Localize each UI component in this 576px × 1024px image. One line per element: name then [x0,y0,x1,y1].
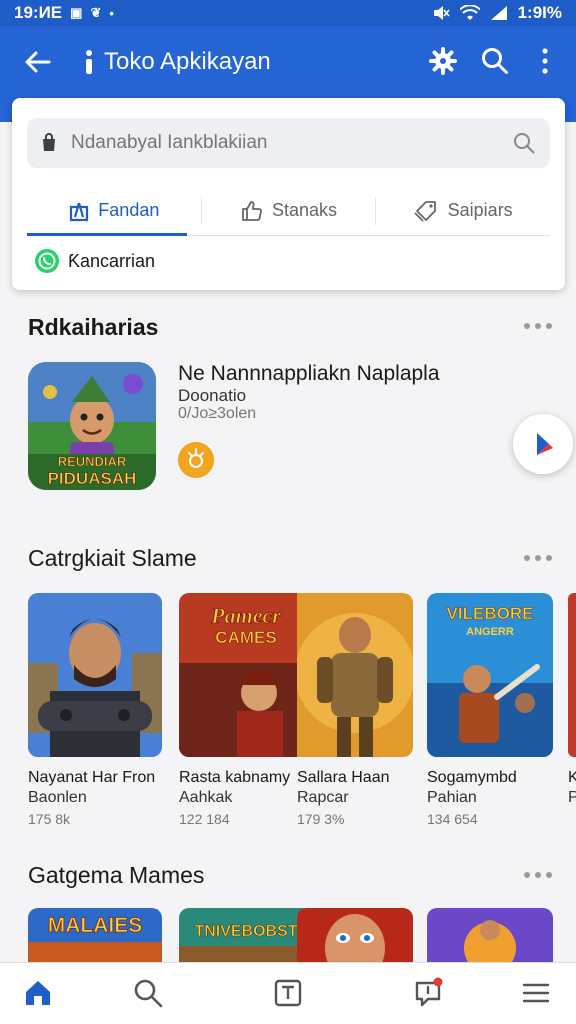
tab-saipiars[interactable]: Saipiars [376,186,550,235]
vilebore-art: VILEBORE ANGERR [427,593,553,757]
section-more-icon[interactable] [523,554,553,562]
game-card[interactable] [297,908,413,968]
tab-label: Saipiars [447,200,513,220]
tab-label: Stanaks [271,200,338,220]
bottom-navigation [0,962,576,1024]
art-text-bottom: PIDUASAH [48,469,137,488]
status-bar: 19:ИE ▣ ❦ • 1:9I% [0,0,576,26]
section-title: Catrgkiait Slame [28,545,197,571]
game-card[interactable] [427,908,553,968]
settings-gear-icon[interactable] [428,46,458,76]
game-art [297,908,413,968]
game-sub: Rapcar [297,789,349,806]
page-title: Toko Apkikayan [104,48,271,75]
whatsapp-icon [35,249,59,273]
back-arrow-icon[interactable] [22,46,54,78]
game-sub: P [568,789,576,806]
search-icon[interactable] [480,46,510,76]
game-stat: 179 3% [297,811,345,827]
game-art: Pamecr CAMES [179,593,313,757]
game-art [28,593,162,757]
section-title: Rdkaiharias [28,314,159,340]
chip-kancarrian[interactable]: Ƙancarrian [34,248,155,274]
game-card[interactable]: Sallara Haan Rapcar 179 3% [297,593,413,827]
app-glyph-icon: ❦ [90,5,102,20]
game-art [427,908,553,968]
game-sub: Baonlen [28,789,87,806]
game-art: MALAIES [28,908,162,968]
search-field-icon[interactable] [512,131,536,155]
game-art: TNIVEBOBST [179,908,313,968]
pamecr-art: Pamecr CAMES [179,593,313,757]
battery-percent: 1:9I% [517,3,562,22]
game-card[interactable]: Pamecr CAMES Rasta kabnamy Aahkak 122 18… [179,593,313,827]
game-name: Nayanat Har Fron [28,769,156,786]
app-bar-title-group: Toko Apkikayan [84,48,271,76]
section-more-icon[interactable] [523,322,553,330]
section-title: Gatgema Mames [28,862,205,888]
search-input[interactable] [71,132,491,154]
game-art [568,593,576,757]
home-icon[interactable] [22,977,54,1009]
game-stat: 175 8k [28,811,71,827]
game-card-partial[interactable]: K P [568,593,576,807]
info-icon [86,50,92,74]
art-title: TNIVEBOBST [194,923,297,940]
section-more-icon[interactable] [523,871,553,879]
art-title-2: CAMES [215,628,276,647]
art-title-2: ANGERR [466,626,514,638]
mute-icon [433,6,450,20]
game-art [297,593,413,757]
game-card[interactable]: VILEBORE ANGERR Sogamymbd Pahian 134 654 [427,593,553,827]
search-card: Fandan Stanaks Saipiars Ƙancarrian [12,98,565,290]
tag-icon [414,200,436,222]
category-tabs: Fandan Stanaks Saipiars [27,186,550,236]
art-title-1: Pamecr [210,603,281,628]
game-card[interactable]: MALAIES [28,908,162,968]
tab-stanaks[interactable]: Stanaks [202,186,376,235]
game-stat: 122 184 [179,811,230,827]
game-name: Sogamymbd [427,769,517,786]
dot-icon: • [109,5,114,21]
search-icon[interactable] [132,977,164,1009]
art-title-1: VILEBORE [447,604,534,623]
app-screen: 19:ИE ▣ ❦ • 1:9I% Toko Apkikayan Ndanaby… [0,0,576,1024]
notifications-icon[interactable] [412,977,444,1009]
game-sub: Pahian [427,789,477,806]
game-stat: 134 654 [427,811,478,827]
game-name: Rasta kabnamy [179,769,291,786]
menu-icon[interactable] [520,977,552,1009]
game-card[interactable]: Nayanat Har Fron Baonlen 175 8k [28,593,162,827]
signal-icon [490,6,507,20]
chip-label: Ƙancarrian [68,250,156,271]
featured-badge-icon[interactable] [178,442,214,478]
more-vert-icon[interactable] [530,46,560,76]
game-card[interactable]: TNIVEBOBST [179,908,313,968]
tab-label: Fandan [98,200,160,220]
tab-fandan[interactable]: Fandan [27,186,201,236]
game-name: Sallara Haan [297,769,390,786]
art-text-top: REUNDIAR [58,454,127,469]
featured-app-meta: 0/Jo≥3olen [178,405,257,422]
featured-app-icon[interactable]: REUNDIAR PIDUASAH [28,362,156,490]
game-name: K [568,769,576,786]
notification-glyph-icon: ▣ [70,5,83,20]
status-time: 19:ИE [14,3,63,22]
store-bag-icon [43,133,55,151]
search-bar[interactable] [27,118,550,168]
gamer-art [28,593,162,757]
library-icon[interactable] [272,977,304,1009]
wifi-icon [459,5,480,20]
art-title: MALAIES [48,914,143,937]
warrior-art [297,593,413,757]
featured-app-title[interactable]: Ne Nannnappliakn Naplapla [178,362,440,386]
game-art: VILEBORE ANGERR [427,593,553,757]
featured-app-subtitle: Doonatio [178,386,247,405]
play-store-fab-icon[interactable] [513,414,573,474]
thumbs-up-icon [242,200,262,221]
game-sub: Aahkak [179,789,233,806]
featured-app-art: REUNDIAR PIDUASAH [28,362,156,490]
bag-icon [70,202,89,221]
